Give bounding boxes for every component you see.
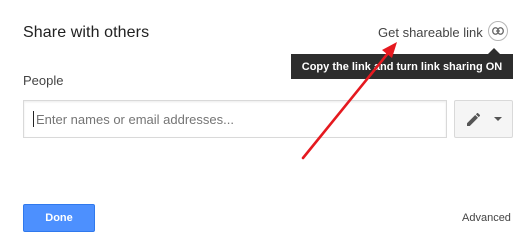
people-input-container[interactable]	[23, 100, 447, 138]
advanced-link[interactable]: Advanced	[462, 212, 511, 224]
dialog-title: Share with others	[23, 24, 150, 41]
done-button[interactable]: Done	[23, 204, 95, 232]
pencil-icon	[466, 112, 480, 126]
text-cursor	[33, 111, 34, 127]
caret-down-icon	[493, 117, 502, 121]
get-shareable-link[interactable]: Get shareable link	[378, 21, 508, 41]
people-label: People	[23, 73, 64, 88]
tooltip: Copy the link and turn link sharing ON	[291, 54, 513, 79]
get-shareable-link-label: Get shareable link	[378, 25, 483, 40]
people-input[interactable]	[36, 111, 416, 127]
link-icon[interactable]	[487, 21, 508, 41]
link-icon-glyph	[491, 27, 504, 35]
share-dialog: Share with others Get shareable link Cop…	[0, 0, 528, 250]
permission-button[interactable]	[454, 100, 513, 138]
